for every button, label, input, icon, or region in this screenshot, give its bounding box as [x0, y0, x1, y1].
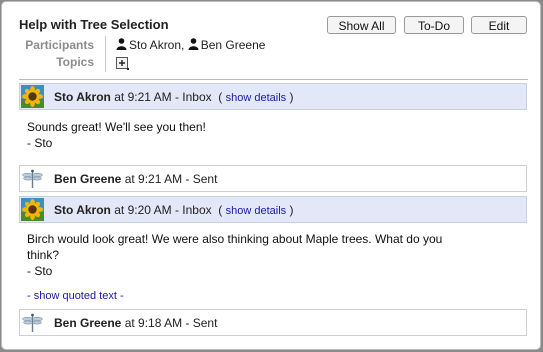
sender-name: Ben Greene: [54, 316, 122, 330]
message-header-1[interactable]: Sto Akron at 9:21 AM - Inbox ( show deta…: [19, 83, 527, 110]
sender-name: Sto Akron: [54, 203, 111, 217]
message-body-1: Sounds great! We'll see you then! - Sto: [27, 120, 206, 150]
details-close-paren: ): [286, 203, 294, 217]
message-header-2[interactable]: Ben Greene at 9:21 AM - Sent: [19, 165, 527, 192]
sunflower-avatar-icon: [21, 85, 44, 108]
details-open-paren: (: [218, 203, 226, 217]
message-meta: at 9:18 AM - Sent: [124, 316, 218, 330]
todo-button[interactable]: To-Do: [404, 16, 464, 34]
edit-button[interactable]: Edit: [471, 16, 527, 34]
person-icon: [188, 38, 199, 50]
message-meta: at 9:21 AM - Inbox: [114, 90, 212, 104]
message-meta: at 9:20 AM - Inbox: [114, 203, 212, 217]
topics-label: Topics: [56, 55, 94, 69]
sender-name: Sto Akron: [54, 90, 111, 104]
participants-list: Sto Akron, Ben Greene: [116, 38, 265, 52]
message-summary: Ben Greene at 9:21 AM - Sent: [54, 172, 217, 186]
message-summary: Ben Greene at 9:18 AM - Sent: [54, 316, 217, 330]
participant-name: Ben Greene: [200, 38, 266, 52]
details-close-paren: ): [286, 90, 294, 104]
add-topic-icon[interactable]: [116, 57, 129, 70]
message-body-3: Birch would look great! We were also thi…: [27, 232, 443, 278]
header-divider: [19, 79, 528, 80]
message-summary: Sto Akron at 9:21 AM - Inbox ( show deta…: [54, 90, 294, 104]
participant-sto[interactable]: Sto Akron,: [116, 38, 188, 52]
sunflower-avatar-icon: [21, 198, 44, 221]
show-details-link[interactable]: show details: [226, 205, 287, 217]
show-details-link[interactable]: show details: [226, 92, 287, 104]
person-icon: [116, 38, 127, 50]
sender-name: Ben Greene: [54, 172, 122, 186]
participant-ben[interactable]: Ben Greene: [188, 38, 266, 52]
thread-panel: Help with Tree Selection Show All To-Do …: [1, 1, 541, 350]
thread-title: Help with Tree Selection: [19, 17, 169, 32]
message-header-3[interactable]: Sto Akron at 9:20 AM - Inbox ( show deta…: [19, 196, 527, 223]
dragonfly-icon: [21, 311, 44, 334]
show-all-button[interactable]: Show All: [327, 16, 396, 34]
message-summary: Sto Akron at 9:20 AM - Inbox ( show deta…: [54, 203, 294, 217]
dragonfly-icon: [21, 167, 44, 190]
show-quoted-text-link[interactable]: - show quoted text -: [27, 290, 124, 302]
participant-name: Sto Akron,: [129, 38, 185, 52]
meta-divider: [105, 36, 106, 72]
participants-label: Participants: [25, 38, 94, 52]
details-open-paren: (: [218, 90, 226, 104]
message-meta: at 9:21 AM - Sent: [124, 172, 218, 186]
message-header-4[interactable]: Ben Greene at 9:18 AM - Sent: [19, 309, 527, 336]
